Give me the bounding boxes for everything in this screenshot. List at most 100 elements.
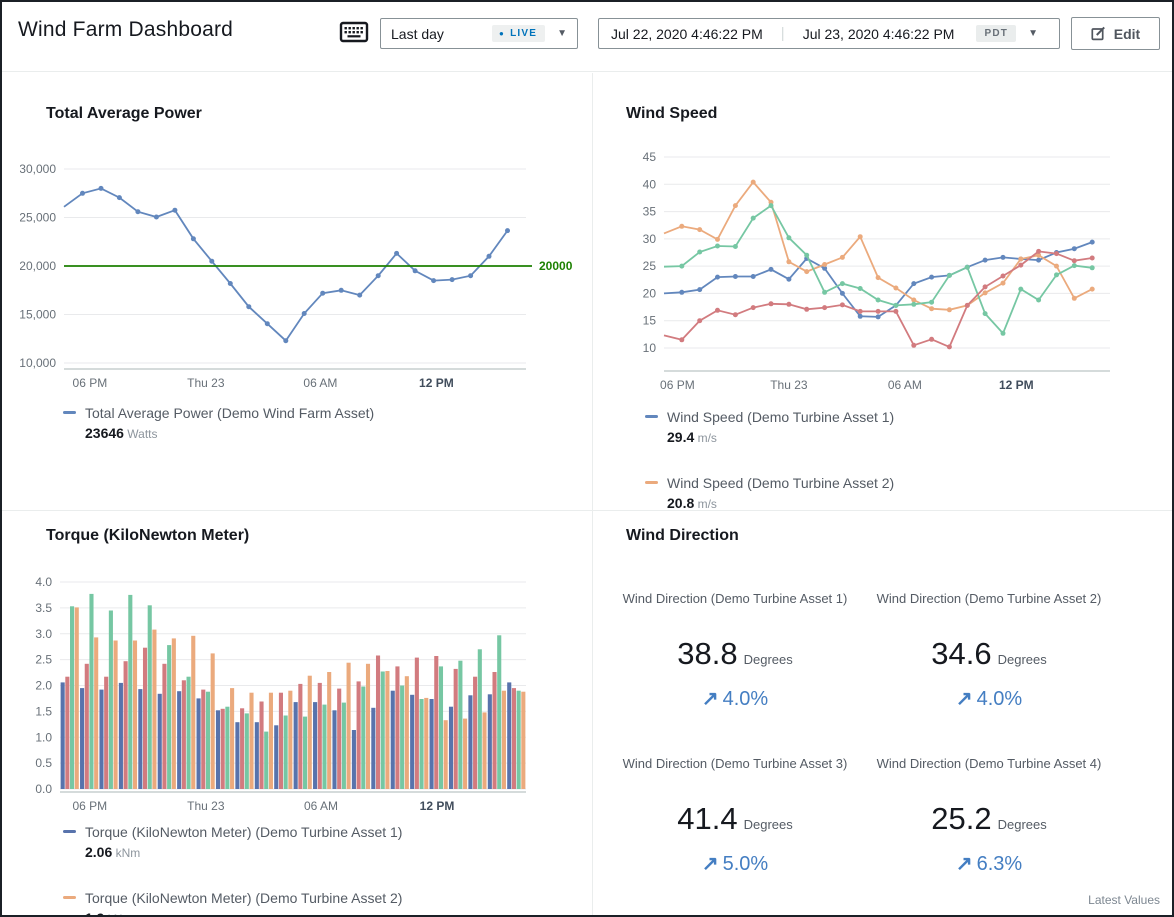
svg-text:4.0: 4.0 <box>35 575 52 589</box>
legend-unit: Watts <box>124 427 158 441</box>
trend-up-icon: ↗ <box>702 853 719 875</box>
end-date: Jul 23, 2020 4:46:22 PM <box>803 26 955 42</box>
date-separator: | <box>781 25 785 42</box>
latest-values-label: Latest Values <box>1088 893 1160 907</box>
kpi-label: Wind Direction (Demo Turbine Asset 2) <box>869 589 1109 629</box>
svg-text:Thu 23: Thu 23 <box>770 378 808 392</box>
panel-torque: Torque (KiloNewton Meter) 4.03.53.02.52.… <box>2 511 592 917</box>
svg-text:25,000: 25,000 <box>20 211 56 225</box>
svg-text:12 PM: 12 PM <box>419 376 454 390</box>
legend-label: Torque (KiloNewton Meter) (Demo Turbine … <box>85 822 402 842</box>
legend-label: Wind Speed (Demo Turbine Asset 1) <box>667 407 894 427</box>
svg-text:40: 40 <box>643 177 657 191</box>
svg-text:06 PM: 06 PM <box>73 376 108 390</box>
live-dot-icon: ● <box>499 30 505 38</box>
svg-text:15,000: 15,000 <box>20 308 56 322</box>
trend-up-icon: ↗ <box>956 688 973 710</box>
page-title: Wind Farm Dashboard <box>18 18 233 42</box>
svg-text:06 AM: 06 AM <box>304 799 338 813</box>
kpi-cell: Wind Direction (Demo Turbine Asset 3) 41.… <box>615 754 855 876</box>
legend-latest-value: 2.06 kNm <box>85 842 402 863</box>
edit-icon <box>1091 26 1106 41</box>
kpi-unit: Degrees <box>744 652 793 667</box>
svg-text:45: 45 <box>643 150 657 164</box>
timeframe-select[interactable]: Last day ●LIVE ▼ <box>380 18 578 49</box>
svg-text:15: 15 <box>643 314 657 328</box>
wind-farm-dashboard: Wind Farm Dashboard Last day ●LIVE ▼ Jul… <box>0 0 1174 917</box>
keyboard-icon <box>339 20 369 44</box>
legend-latest-value: 1.9 kNm <box>85 908 402 917</box>
svg-text:Thu 23: Thu 23 <box>187 799 225 813</box>
kpi-trend: ↗4.0% <box>615 686 855 711</box>
svg-text:25: 25 <box>643 259 657 273</box>
kpi-trend-percent: 6.3% <box>977 853 1023 875</box>
series-line <box>64 186 510 343</box>
svg-text:2.5: 2.5 <box>35 653 52 667</box>
edit-button[interactable]: Edit <box>1071 17 1160 50</box>
kpi-unit: Degrees <box>998 652 1047 667</box>
svg-text:12 PM: 12 PM <box>999 378 1034 392</box>
wind-speed-chart[interactable]: 454035302520151006 PMThu 2306 AM12 PM <box>602 139 1172 399</box>
svg-text:Thu 23: Thu 23 <box>187 376 225 390</box>
panel-wind-speed: Wind Speed 454035302520151006 PMThu 2306… <box>593 73 1174 510</box>
legend-label: Total Average Power (Demo Wind Farm Asse… <box>85 403 374 423</box>
legend-latest-value: 23646 Watts <box>85 423 374 444</box>
svg-text:06 AM: 06 AM <box>888 378 922 392</box>
start-date: Jul 22, 2020 4:46:22 PM <box>611 26 763 42</box>
legend-latest-value: 20.8 m/s <box>667 493 894 510</box>
header: Wind Farm Dashboard Last day ●LIVE ▼ Jul… <box>2 2 1172 72</box>
date-range-picker[interactable]: Jul 22, 2020 4:46:22 PM | Jul 23, 2020 4… <box>598 18 1060 49</box>
svg-text:10: 10 <box>643 341 657 355</box>
legend-item: Torque (KiloNewton Meter) (Demo Turbine … <box>63 822 402 863</box>
chart-legend: Wind Speed (Demo Turbine Asset 1)29.4 m/… <box>645 407 894 510</box>
svg-text:35: 35 <box>643 205 657 219</box>
svg-text:10,000: 10,000 <box>20 356 56 370</box>
trend-up-icon: ↗ <box>956 853 973 875</box>
kpi-value-row: 34.6 Degrees <box>869 634 1109 680</box>
kpi-value-row: 38.8 Degrees <box>615 634 855 680</box>
svg-text:3.0: 3.0 <box>35 627 52 641</box>
legend-item: Torque (KiloNewton Meter) (Demo Turbine … <box>63 888 402 917</box>
kpi-unit: Degrees <box>998 817 1047 832</box>
chart-legend: Total Average Power (Demo Wind Farm Asse… <box>63 403 374 469</box>
torque-chart[interactable]: 4.03.53.02.52.01.51.00.50.006 PMThu 2306… <box>20 571 582 826</box>
x-axis: 06 PM Thu 23 06 AM 12 PM <box>660 378 1034 392</box>
legend-item: Wind Speed (Demo Turbine Asset 1)29.4 m/… <box>645 407 894 448</box>
chevron-down-icon: ▼ <box>557 28 567 39</box>
svg-text:20: 20 <box>643 286 657 300</box>
legend-item: Wind Speed (Demo Turbine Asset 2)20.8 m/… <box>645 473 894 510</box>
trend-up-icon: ↗ <box>702 688 719 710</box>
keyboard-shortcuts-button[interactable] <box>338 20 370 46</box>
kpi-value: 41.4 <box>677 801 737 836</box>
svg-text:3.5: 3.5 <box>35 601 52 615</box>
panel-title: Wind Direction <box>626 527 739 545</box>
kpi-value: 38.8 <box>677 636 737 671</box>
x-axis: 06 PMThu 2306 AM12 PM <box>72 799 454 813</box>
kpi-trend-percent: 5.0% <box>723 853 769 875</box>
legend-swatch <box>63 896 76 899</box>
kpi-trend: ↗4.0% <box>869 686 1109 711</box>
live-label: LIVE <box>510 28 537 39</box>
chevron-down-icon: ▼ <box>1028 28 1038 39</box>
svg-text:06 PM: 06 PM <box>72 799 107 813</box>
svg-text:06 PM: 06 PM <box>660 378 695 392</box>
svg-text:30,000: 30,000 <box>20 162 56 176</box>
kpi-unit: Degrees <box>744 817 793 832</box>
kpi-value: 34.6 <box>931 636 991 671</box>
kpi-value-row: 25.2 Degrees <box>869 799 1109 845</box>
kpi-trend-percent: 4.0% <box>977 688 1023 710</box>
svg-text:0.0: 0.0 <box>35 782 52 796</box>
panel-wind-direction: Wind Direction Wind Direction (Demo Turb… <box>593 511 1174 917</box>
legend-unit: kNm <box>112 846 140 860</box>
kpi-label: Wind Direction (Demo Turbine Asset 1) <box>615 589 855 629</box>
svg-text:20000: 20000 <box>539 259 573 273</box>
total-average-power-chart[interactable]: 30,00025,00020,00015,00010,00006 PMThu 2… <box>20 139 580 394</box>
threshold-line: 20000 <box>64 259 573 273</box>
x-axis: 06 PMThu 2306 AM12 PM <box>73 376 454 390</box>
panel-title: Total Average Power <box>46 105 202 123</box>
kpi-trend: ↗6.3% <box>869 851 1109 876</box>
legend-latest-value: 29.4 m/s <box>667 427 894 448</box>
kpi-value: 25.2 <box>931 801 991 836</box>
svg-text:1.5: 1.5 <box>35 704 52 718</box>
kpi-label: Wind Direction (Demo Turbine Asset 3) <box>615 754 855 794</box>
